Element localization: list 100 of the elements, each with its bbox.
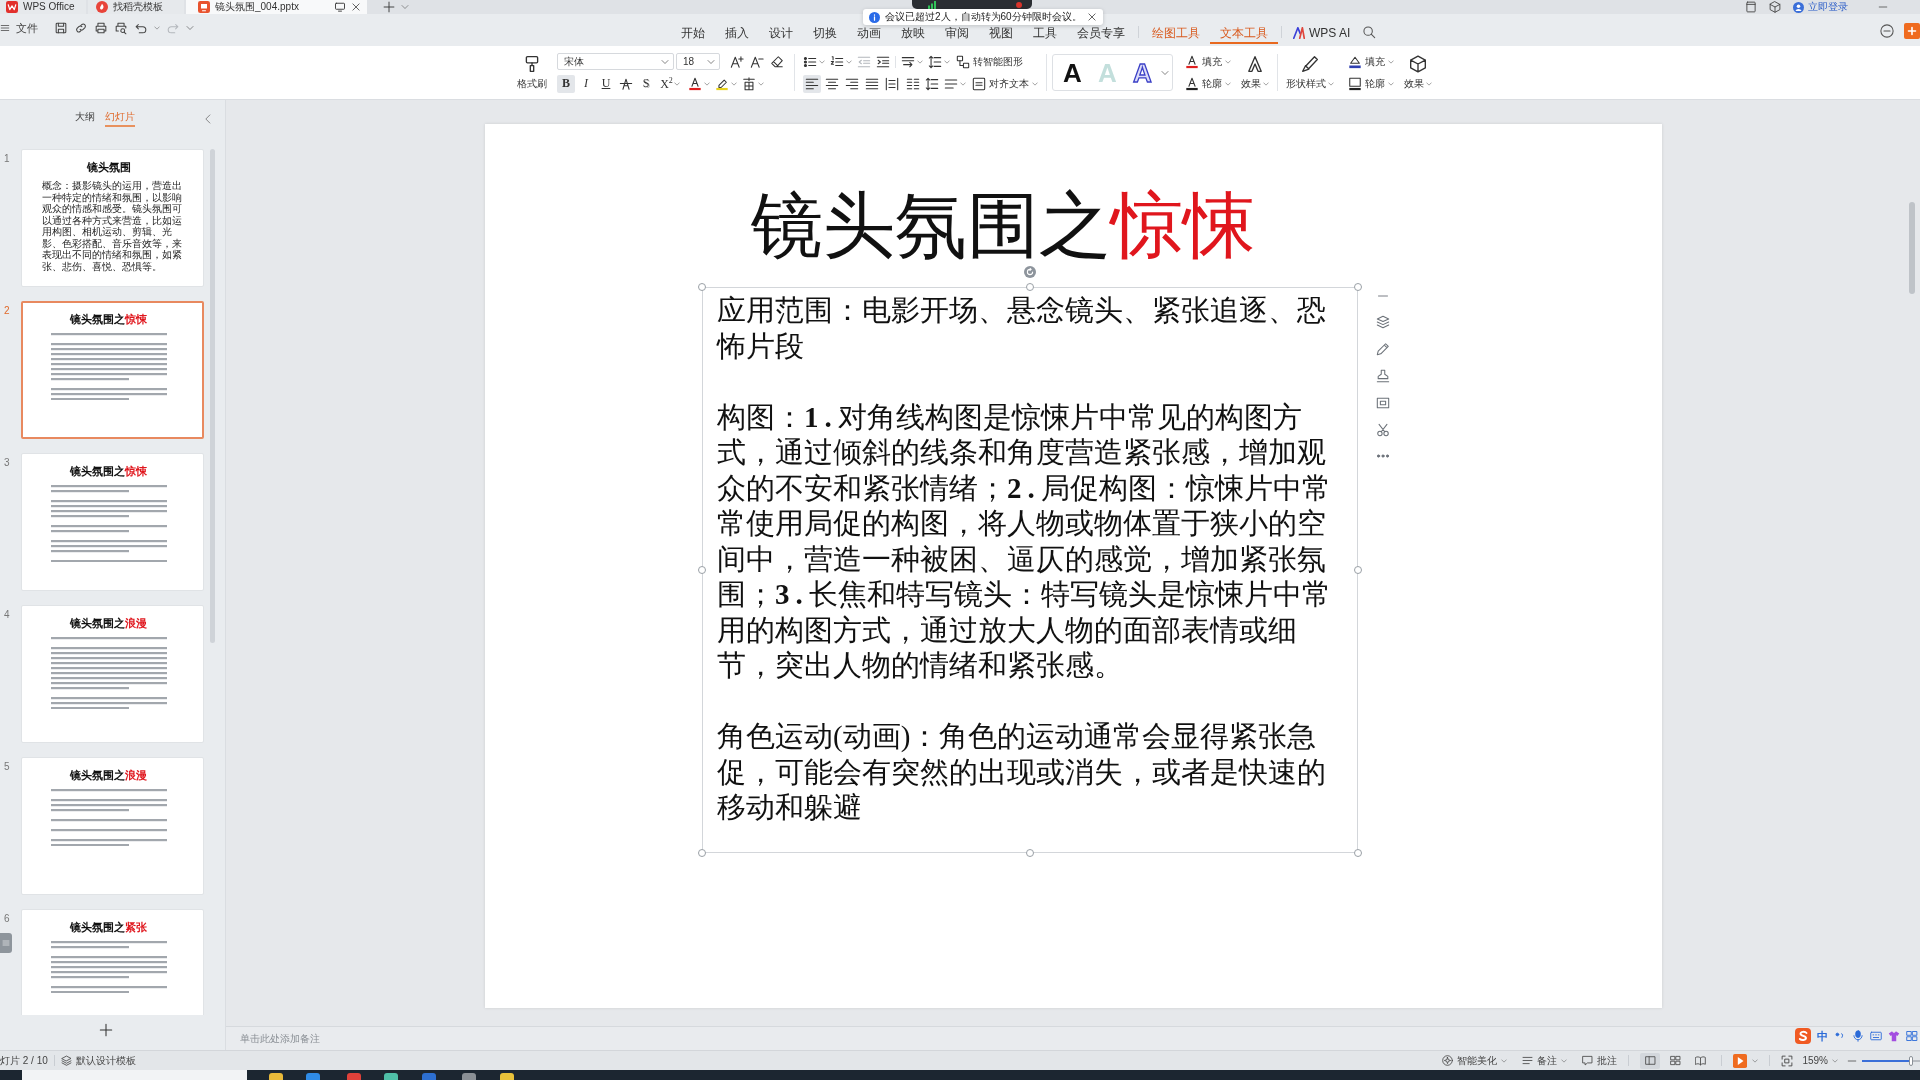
caret-icon[interactable] [960,80,966,87]
caret-icon[interactable] [846,58,852,65]
menu-tab[interactable]: 视图 [979,27,1023,44]
zoom-slider-thumb[interactable] [1909,1055,1914,1066]
meeting-bar[interactable] [912,0,1032,9]
underline-button[interactable]: U [597,74,615,93]
close-icon[interactable] [1086,12,1097,22]
scrollbar-thumb[interactable] [1909,202,1915,294]
resize-handle[interactable] [698,283,706,291]
search-icon[interactable] [1362,25,1377,39]
font-name-dropdown[interactable]: 宋体 [557,53,674,70]
caret-icon[interactable] [704,80,710,87]
layers-icon[interactable] [1376,315,1390,329]
link-icon[interactable] [74,21,88,35]
text-effect-button[interactable]: 效果 [1236,46,1274,99]
microphone-icon[interactable] [1852,1030,1864,1042]
bulleted-list-icon[interactable] [803,54,817,69]
collapse-icon[interactable] [203,114,213,124]
font-color-icon[interactable] [688,76,702,91]
pen-icon[interactable] [1376,342,1390,356]
menu-tab[interactable]: 插入 [715,27,759,44]
plus-square-icon[interactable] [1904,23,1920,39]
folder-icon[interactable] [269,1073,283,1080]
columns-icon[interactable] [906,76,920,91]
login-button[interactable]: 立即登录 [1793,0,1848,14]
bold-button[interactable]: B [557,74,575,93]
shirt-icon[interactable] [1888,1030,1900,1042]
indent-icon[interactable] [876,54,890,69]
shape-effect-button[interactable]: 效果 [1399,46,1437,99]
numbered-list-icon[interactable] [830,54,844,69]
add-slide-button[interactable] [98,1023,113,1037]
notes-button[interactable]: 备注 [1522,1053,1568,1068]
menu-tab[interactable]: 放映 [891,27,935,44]
close-icon[interactable] [351,2,361,12]
logo-icon[interactable] [1795,1028,1811,1044]
highlighter-icon[interactable] [715,76,729,91]
slide-thumbnail[interactable]: 镜头氛围 概念：摄影镜头的运用，营造出一种特定的情绪和氛围，以影响观众的情感和感受。镜头氛围可以通过各种方式来营造，比如运用构图、相机运动、剪辑、光影、色彩搭配、音乐音效等，来表现出不同的情绪和氛围，如紧张、悲伤、喜悦、恐惧等。 [21,149,204,287]
shape-outline-button[interactable]: 轮廓 [1348,76,1394,91]
fit-to-window-icon[interactable] [1781,1054,1794,1067]
document-tab[interactable]: 找稻壳模板 [88,0,184,14]
input-mode-button[interactable]: 中 [1817,1028,1828,1044]
caret-icon[interactable] [1752,1057,1759,1064]
print-preview-icon[interactable] [114,21,128,35]
text-outline-button[interactable]: 轮廓 [1185,76,1231,91]
menu-tab[interactable]: 工具 [1023,27,1067,44]
resize-handle[interactable] [1354,283,1362,291]
resize-handle[interactable] [1026,283,1034,291]
superscript-button[interactable]: X$^{2}$ [657,74,683,93]
window-icon[interactable] [1745,1,1757,13]
menu-tab[interactable]: 切换 [803,27,847,44]
shape-style-button[interactable]: 形状样式 [1281,46,1339,99]
menu-tab[interactable]: 会员专享 [1067,27,1135,44]
align-text-button[interactable]: 对齐文本 [972,76,1038,91]
document-tab[interactable]: 镜头氛围_004.pptx [186,0,367,14]
caret-icon[interactable] [917,58,923,65]
resize-handle[interactable] [1354,849,1362,857]
play-icon[interactable] [1733,1053,1748,1068]
slide-thumbnail[interactable]: 镜头氛围之浪漫 [21,757,204,895]
zoom-dropdown[interactable]: 159% [1802,1055,1838,1066]
beautify-button[interactable]: 智能美化 [1442,1053,1508,1068]
text-direction-icon[interactable] [901,54,915,69]
text-shadow-button[interactable]: S [637,74,655,93]
app-icon[interactable] [500,1073,514,1080]
file-menu[interactable]: 文件 [16,20,38,36]
text-fill-button[interactable]: 填充 [1185,54,1231,69]
shape-fill-button[interactable]: 填充 [1348,54,1394,69]
cube-icon[interactable] [1769,1,1781,13]
normal-view-button[interactable] [1640,1052,1661,1069]
search-field[interactable] [22,1070,247,1080]
panel-tab[interactable]: 大纲 [75,111,95,127]
decrease-font-icon[interactable] [750,54,764,69]
slide-thumbnail[interactable]: 镜头氛围之惊悚 [21,301,204,439]
app-icon[interactable] [462,1073,476,1080]
slide-thumbnail[interactable]: 镜头氛围之浪漫 [21,605,204,743]
resize-handle[interactable] [698,849,706,857]
resize-handle[interactable] [698,566,706,574]
menu-icon[interactable] [0,23,10,33]
increase-font-icon[interactable] [730,54,744,69]
resize-handle[interactable] [1026,849,1034,857]
caret-icon[interactable] [731,80,737,87]
eraser-icon[interactable] [770,54,784,69]
rotate-handle[interactable] [1024,266,1036,278]
undo-icon[interactable] [134,21,148,35]
keyboard-icon[interactable] [1870,1030,1882,1042]
template-button[interactable]: 默认设计模板 [60,1053,136,1068]
caret-icon[interactable] [154,25,160,31]
scissors-icon[interactable] [1376,423,1390,437]
comments-button[interactable]: 批注 [1582,1053,1618,1068]
document-tab[interactable]: WPS Office [0,0,86,14]
line-spacing-icon[interactable] [928,54,942,69]
grid-icon[interactable] [1906,1030,1918,1042]
text-style-option[interactable]: A [1056,58,1089,87]
circle-minus-icon[interactable] [1880,24,1894,38]
save-icon[interactable] [54,21,68,35]
monitor-icon[interactable] [334,1,346,13]
resize-handle[interactable] [1354,566,1362,574]
caret-icon[interactable] [819,58,825,65]
italic-button[interactable]: I [577,74,595,93]
slide-thumbnail[interactable]: 镜头氛围之紧张 [21,909,204,1015]
paragraph-spacing-icon[interactable] [944,76,958,91]
